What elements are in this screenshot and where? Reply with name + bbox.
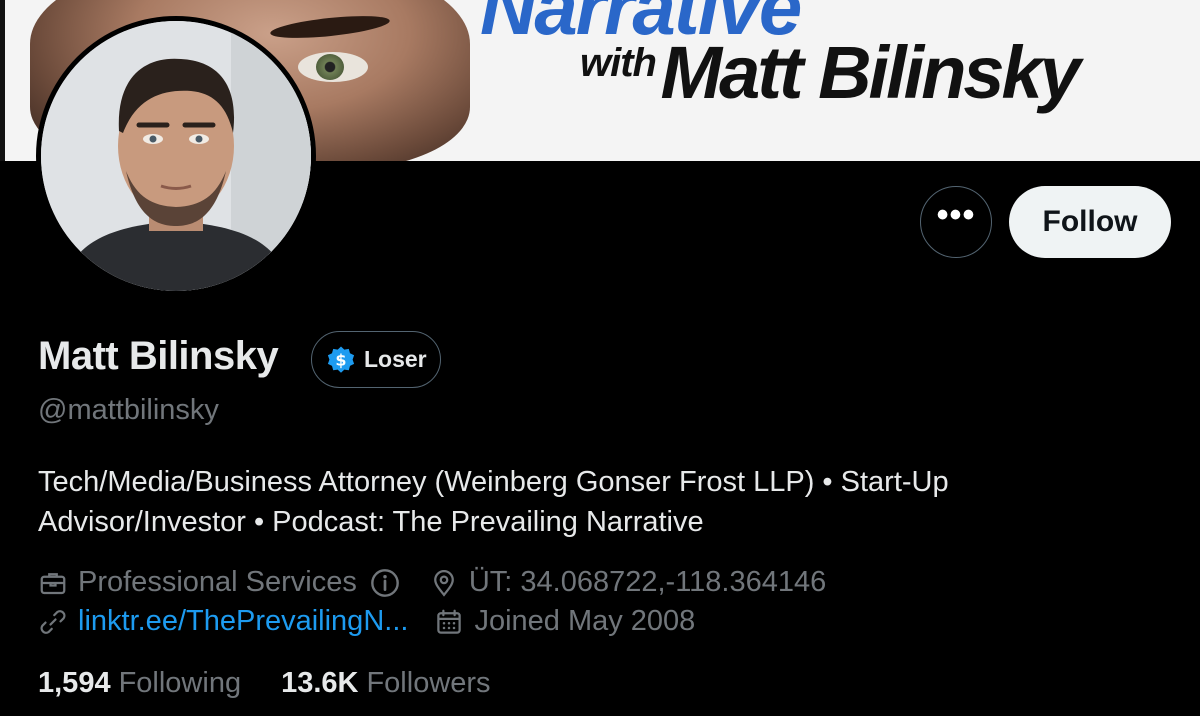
calendar-icon: [437, 609, 462, 634]
following-count: 1,594: [38, 667, 111, 699]
bio: Tech/Media/Business Attorney (Weinberg G…: [38, 462, 1158, 542]
bio-line-1: Tech/Media/Business Attorney (Weinberg G…: [38, 466, 949, 498]
joined-text: Joined May 2008: [474, 605, 696, 637]
info-icon[interactable]: [369, 567, 401, 599]
banner-with-text: with: [580, 41, 657, 85]
joined-item: Joined May 2008: [434, 605, 695, 638]
following-label: Following: [118, 667, 242, 699]
meta-row-1: Professional Services ÜT: 34.068722,-118…: [38, 566, 826, 599]
svg-text:$: $: [335, 350, 346, 369]
followers-link[interactable]: 13.6K Followers: [281, 667, 490, 700]
category-text: Professional Services: [78, 566, 357, 598]
badge-label: Loser: [364, 346, 427, 372]
banner-subtitle: with Matt Bilinsky: [580, 30, 1081, 115]
username-handle: @mattbilinsky: [38, 394, 219, 426]
banner-host-name: Matt Bilinsky: [660, 31, 1080, 114]
more-horizontal-icon: •••: [936, 196, 976, 234]
link-icon: [40, 609, 66, 634]
banner-edge: [0, 0, 5, 161]
followers-label: Followers: [366, 667, 491, 699]
affiliate-label-badge[interactable]: $ Loser: [311, 331, 441, 388]
profile-page: Narrative with Matt Bilinsky ••• Follow: [0, 0, 1200, 716]
avatar-portrait: [41, 21, 311, 291]
location-text: ÜT: 34.068722,-118.364146: [468, 566, 827, 598]
website-item: linktr.ee/ThePrevailingN...: [38, 605, 408, 638]
follow-button[interactable]: Follow: [1009, 186, 1171, 258]
followers-count: 13.6K: [281, 667, 359, 699]
more-options-button[interactable]: •••: [920, 186, 992, 258]
following-link[interactable]: 1,594 Following: [38, 667, 241, 700]
banner-iris: [316, 54, 344, 80]
briefcase-icon: [40, 572, 66, 594]
location-pin-icon: [433, 569, 454, 597]
meta-row-2: linktr.ee/ThePrevailingN... Joined May 2…: [38, 605, 695, 638]
dollar-badge-icon: $: [327, 346, 355, 373]
avatar[interactable]: [36, 16, 316, 296]
follow-counts: 1,594 Following 13.6K Followers: [38, 667, 491, 700]
location-item: ÜT: 34.068722,-118.364146: [429, 566, 826, 599]
display-name: Matt Bilinsky: [38, 334, 279, 378]
category-item: Professional Services: [38, 566, 429, 599]
website-link[interactable]: linktr.ee/ThePrevailingN...: [78, 605, 408, 638]
bio-line-2: Advisor/Investor • Podcast: The Prevaili…: [38, 506, 704, 538]
